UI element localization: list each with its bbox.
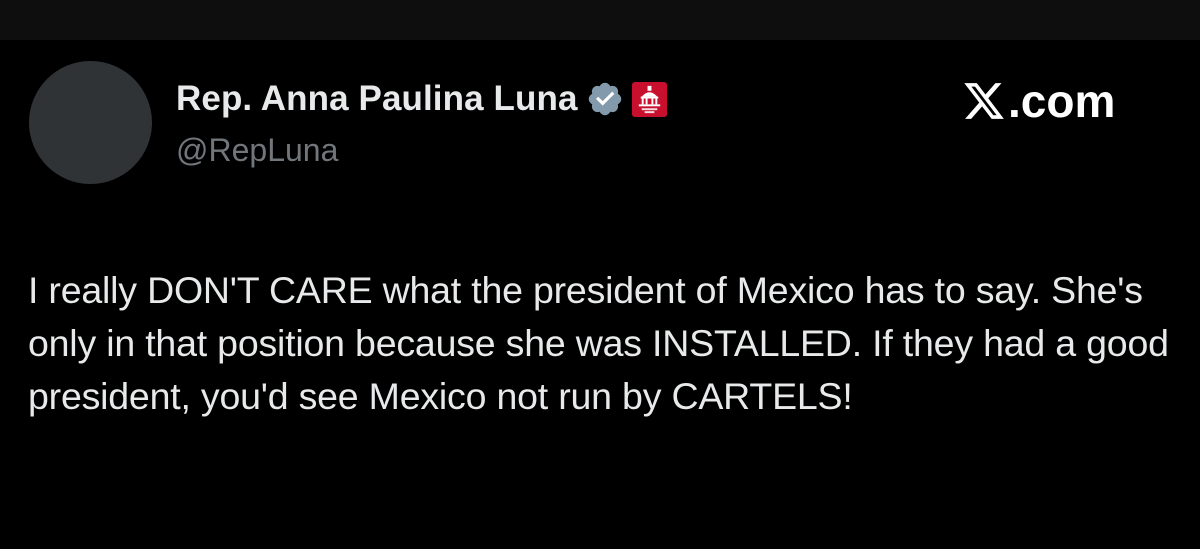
avatar[interactable]	[29, 61, 152, 184]
x-com-watermark-text: .com	[1008, 75, 1116, 127]
verified-badge-icon	[588, 82, 621, 116]
house-gop-affiliate-icon	[631, 81, 667, 117]
tweet-card: Rep. Anna Paulina Luna @RepLuna .com I r…	[0, 40, 1200, 549]
tweet-text: I really DON'T CARE what the president o…	[28, 269, 1169, 417]
x-logo-icon	[964, 83, 1004, 119]
top-bar	[0, 0, 1200, 40]
author-name-row: Rep. Anna Paulina Luna	[176, 78, 667, 120]
author-display-name[interactable]: Rep. Anna Paulina Luna	[176, 79, 578, 119]
x-com-watermark: .com	[962, 74, 1115, 128]
author-handle[interactable]: @RepLuna	[176, 132, 338, 169]
